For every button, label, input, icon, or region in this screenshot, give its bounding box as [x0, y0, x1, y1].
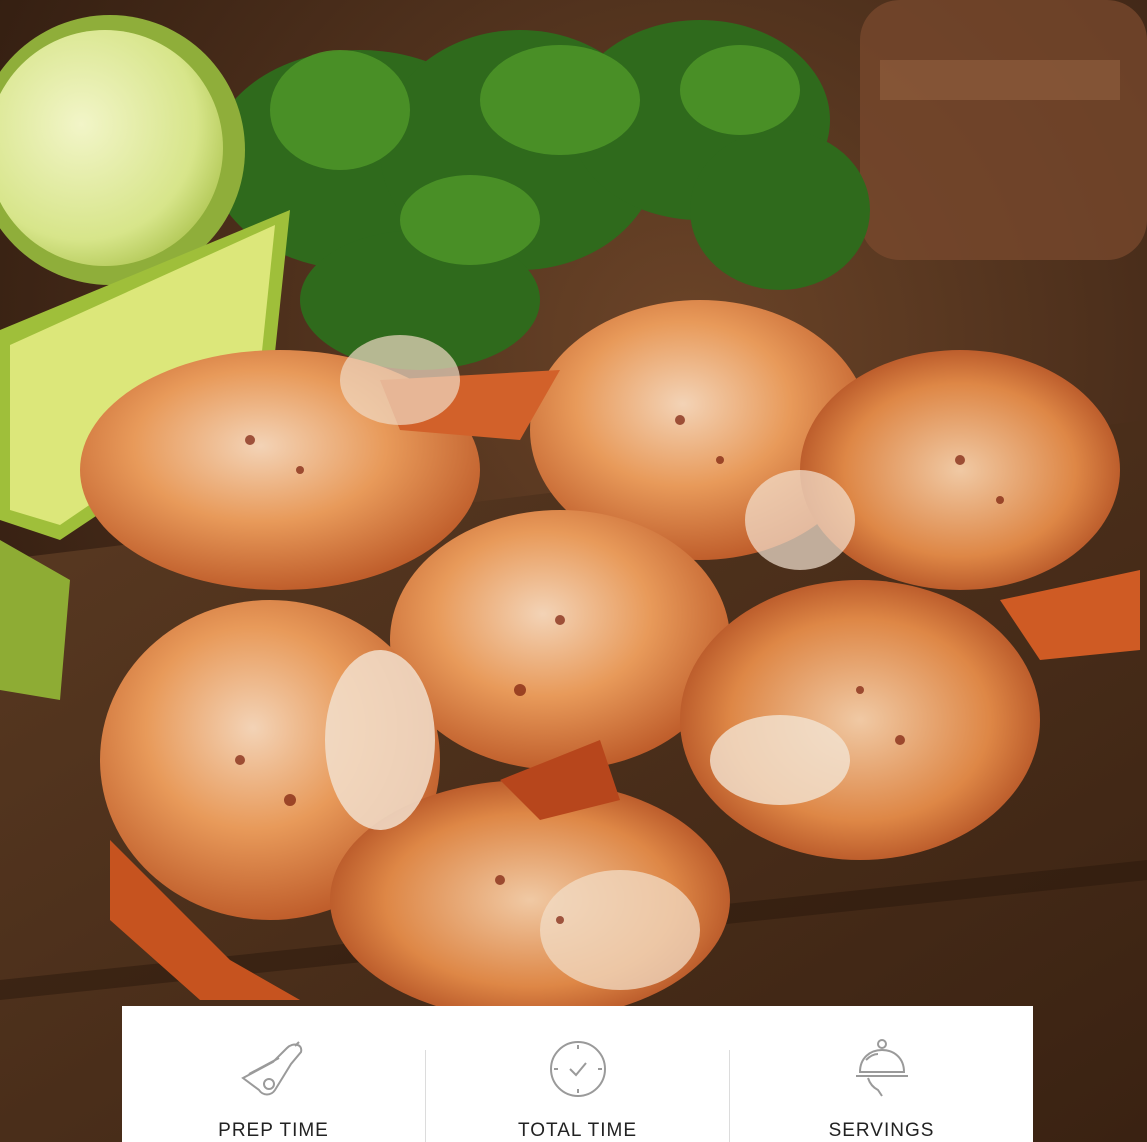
prep-board-icon: [239, 1036, 309, 1102]
prep-time-column: PREP TIME: [122, 1006, 425, 1142]
recipe-info-card: PREP TIME TOTAL TIME SERVINGS: [122, 1006, 1033, 1142]
total-time-label: TOTAL TIME: [517, 1120, 638, 1141]
hero-image: [0, 0, 1147, 1142]
serving-cloche-icon: [852, 1036, 912, 1102]
total-time-column: TOTAL TIME: [426, 1006, 729, 1142]
prep-time-label: PREP TIME: [218, 1120, 329, 1141]
servings-column: SERVINGS: [730, 1006, 1033, 1142]
servings-label: SERVINGS: [828, 1120, 935, 1141]
clock-icon: [548, 1036, 608, 1102]
